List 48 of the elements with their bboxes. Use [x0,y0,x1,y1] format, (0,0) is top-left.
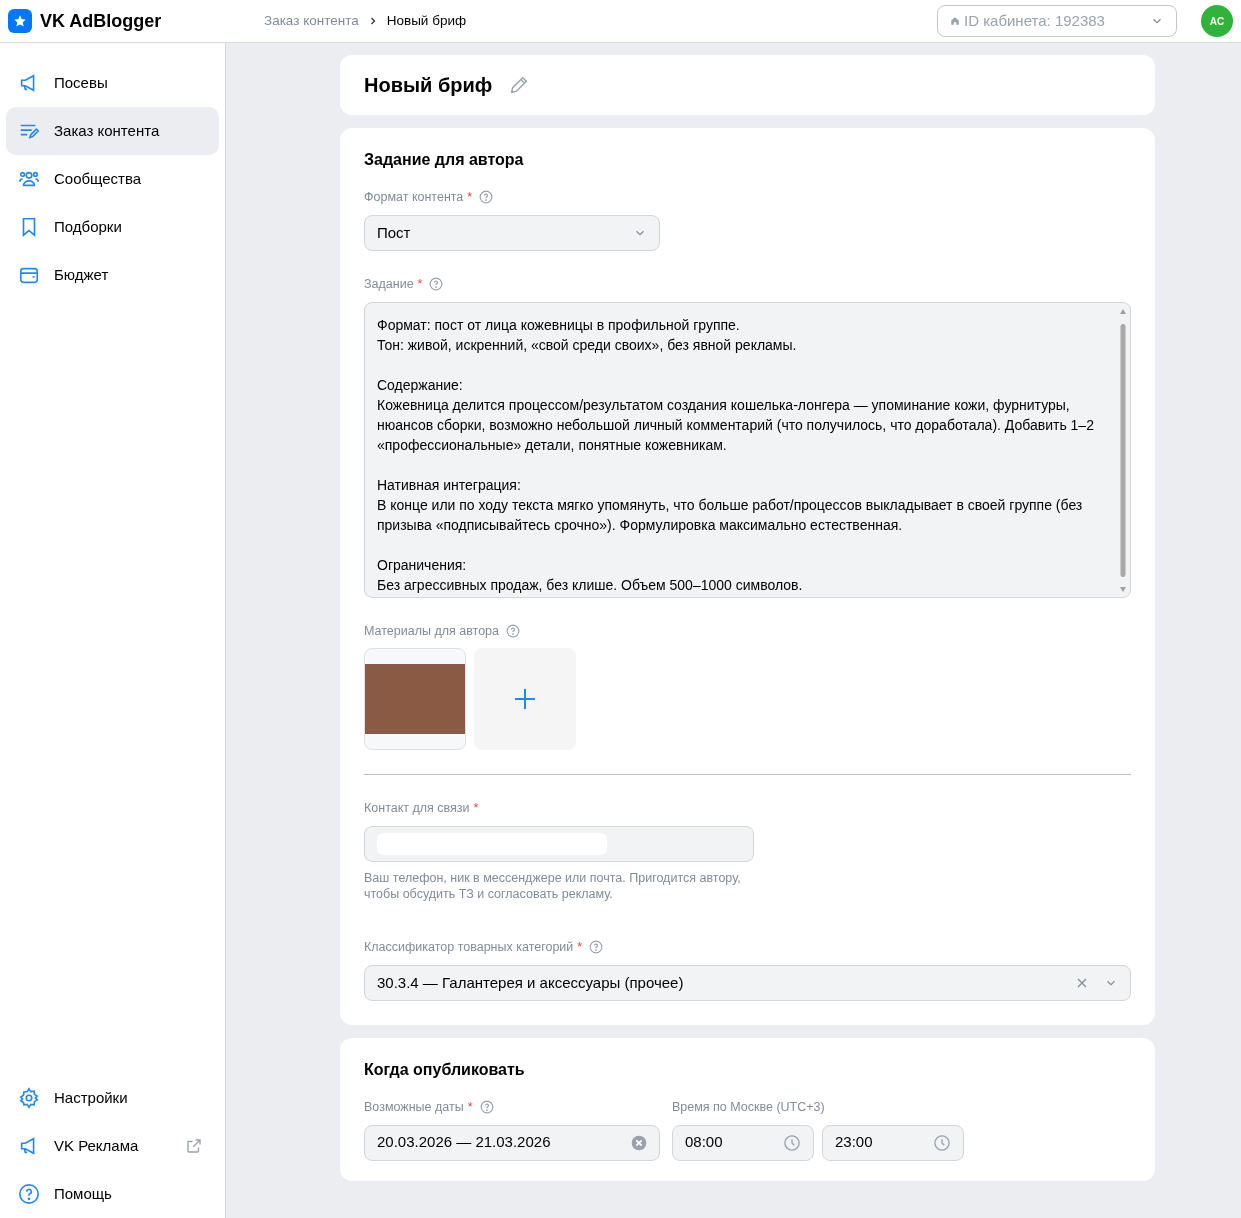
help-icon [18,1183,40,1205]
image-thumbnail[interactable] [364,648,466,751]
sidebar-item[interactable]: Сообщества [6,155,219,203]
sidebar-item[interactable]: Подборки [6,203,219,251]
clock-icon [783,1133,801,1152]
clear-icon[interactable] [1076,976,1088,989]
task-textarea[interactable]: Формат: пост от лица кожевницы в профильной группе. Тон: живой, искренний, «свой среди своих», без явной рекламы. Содержание: Кожевница делится процессом/результатом создания кошелька-лонгера — упоминание кожи, фурнитуры, нюансов сборки, возможно небольшой личный комментарий (что получилось, что доработала). Добавить 1–2 «профессиональные» детали, понятные кожевникам. Нативная интеграция: В конце или по ходу текста мягко упомянуть, что больше работ/процессов выкладывает в своей группе (без призыва «подписывайтесь срочно»). Формулировка максимально естественная. Ограничения: Без агрессивных продаж, без клише. Объем 500–1000 символов. [364,301,1131,598]
required-mark: * [467,189,473,206]
app-name: VK AdBlogger [40,9,163,33]
plus-icon [513,687,537,712]
required-mark: * [467,1098,473,1116]
required-mark: * [473,800,479,818]
field-label: Материалы для автора [364,622,499,640]
category-select[interactable]: 30.3.4 — Галантерея и аксессуары (прочее) [364,964,1131,1001]
section-title: Когда опубликовать [364,1059,526,1080]
help-icon[interactable] [589,940,604,955]
breadcrumb-link[interactable]: Заказ контента [264,10,359,32]
sidebar-item[interactable]: Помощь [6,1170,219,1218]
help-icon[interactable] [429,277,444,292]
sidebar-item[interactable]: Настройки [6,1074,219,1122]
field-label: Время по Москве (UTC+3) [672,1098,825,1116]
help-icon[interactable] [506,623,520,638]
help-icon[interactable] [479,190,494,205]
sidebar-item[interactable]: Посевы [6,59,219,107]
sidebar-item[interactable]: Заказ контента [6,107,219,155]
contact-input-field[interactable] [364,826,754,862]
clock-icon [933,1133,951,1152]
time-field[interactable]: 08:00 [672,1124,814,1161]
field-label: Контакт для связи [364,800,470,818]
date-range-field[interactable]: 20.03.2026 — 21.03.2026 [364,1124,660,1161]
field-label: Задание [364,275,414,293]
clear-icon[interactable] [631,1134,647,1151]
home-icon [950,16,960,26]
gear-icon [18,1087,40,1109]
page-title: Новый бриф [364,73,493,98]
field-hint: Ваш телефон, ник в мессенджере или почта. Пригодится автору, чтобы обсудить ТЗ и согласовать рекламу. [364,870,742,902]
section-title: Задание для автора [364,150,525,170]
format-select[interactable]: Пост [364,214,660,251]
app-logo-icon [8,9,32,33]
sidebar-item[interactable]: VK Реклама [6,1122,219,1170]
field-label: Формат контента [364,189,464,206]
field-label: Возможные даты [364,1098,464,1116]
required-mark: * [417,275,423,293]
time-field[interactable]: 23:00 [822,1124,964,1161]
field-label: Классификатор товарных категорий [364,939,574,956]
help-icon[interactable] [479,1100,494,1115]
sidebar-item[interactable]: Бюджет [6,251,219,299]
required-mark: * [577,939,583,956]
